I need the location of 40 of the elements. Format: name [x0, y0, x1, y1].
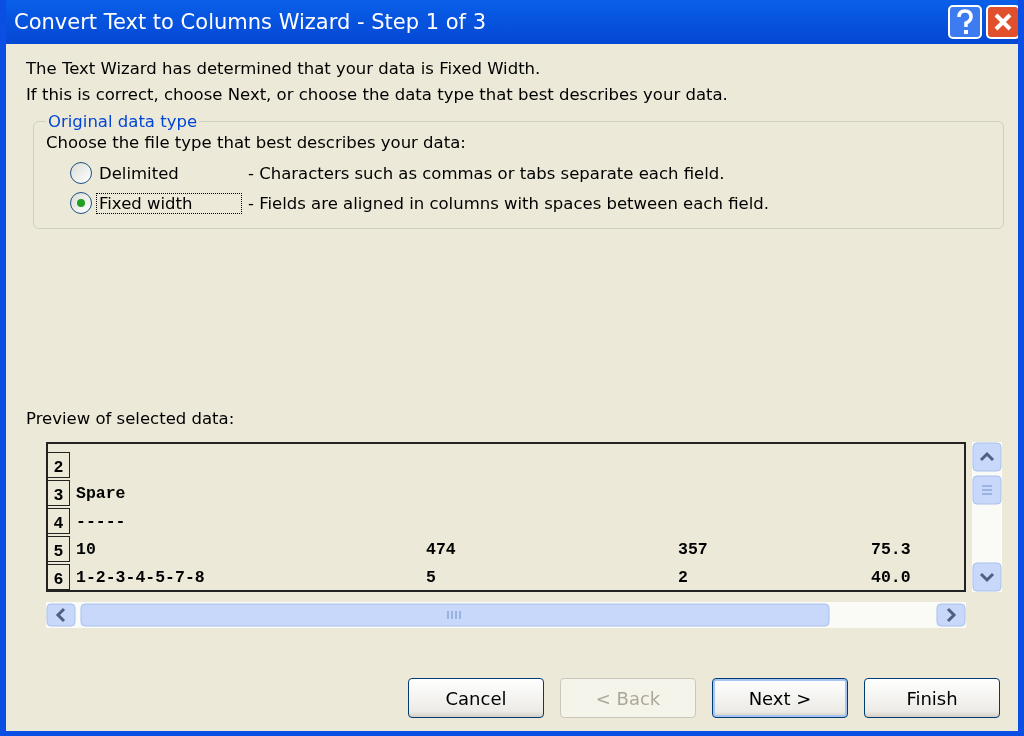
scroll-up-icon[interactable]: [972, 442, 1002, 472]
window-title: Convert Text to Columns Wizard - Step 1 of 3: [14, 10, 486, 34]
preview-label: Preview of selected data:: [26, 409, 236, 428]
option-description: - Fields are aligned in columns with spaces between each field.: [248, 193, 769, 213]
help-icon[interactable]: [948, 5, 982, 39]
close-icon[interactable]: [986, 5, 1018, 39]
row-number: 2: [48, 452, 70, 478]
scroll-right-icon[interactable]: [936, 603, 966, 627]
row-number: 6: [48, 564, 70, 590]
preview-cell-text: 357: [678, 539, 709, 561]
row-number: 4: [48, 508, 70, 534]
radio-label[interactable]: Fixed width: [96, 192, 242, 214]
preview-cell-text: 2: [678, 567, 689, 589]
preview-cell-text: 5: [426, 567, 437, 589]
preview-cell-text: 75.3: [871, 539, 911, 561]
row-number: 5: [48, 536, 70, 562]
intro-text: If this is correct, choose Next, or choose the data type that best describes your data.: [26, 84, 729, 106]
scroll-thumb-icon[interactable]: [80, 603, 830, 627]
radio-button[interactable]: [70, 162, 92, 184]
preview-cell-text: 474: [426, 539, 457, 561]
scroll-down-icon[interactable]: [972, 562, 1002, 592]
intro-text: The Text Wizard has determined that your data is Fixed Width.: [26, 58, 542, 80]
scroll-thumb-icon[interactable]: [972, 475, 1002, 505]
dialog-button[interactable]: Finish: [864, 678, 1000, 718]
preview-cell-text: Spare: [76, 483, 127, 505]
row-number: 3: [48, 480, 70, 506]
horizontal-scrollbar[interactable]: [46, 602, 966, 628]
preview-cell-text: -----: [76, 511, 127, 533]
vertical-scrollbar[interactable]: [972, 442, 1002, 592]
dialog-button[interactable]: Cancel: [408, 678, 544, 718]
option-description: - Characters such as commas or tabs separate each field.: [248, 163, 725, 183]
scroll-left-icon[interactable]: [46, 603, 76, 627]
preview-cell-text: 40.0: [871, 567, 911, 589]
radio-button[interactable]: [70, 192, 92, 214]
preview-cell-text: 10: [76, 539, 97, 561]
dialog-button[interactable]: Next >: [712, 678, 848, 718]
radio-label[interactable]: Delimited: [96, 162, 242, 184]
prompt-text: Choose the file type that best describes your data:: [46, 133, 467, 152]
preview-cell-text: 1-2-3-4-5-7-8: [76, 567, 206, 589]
group-legend: Original data type: [46, 112, 200, 131]
